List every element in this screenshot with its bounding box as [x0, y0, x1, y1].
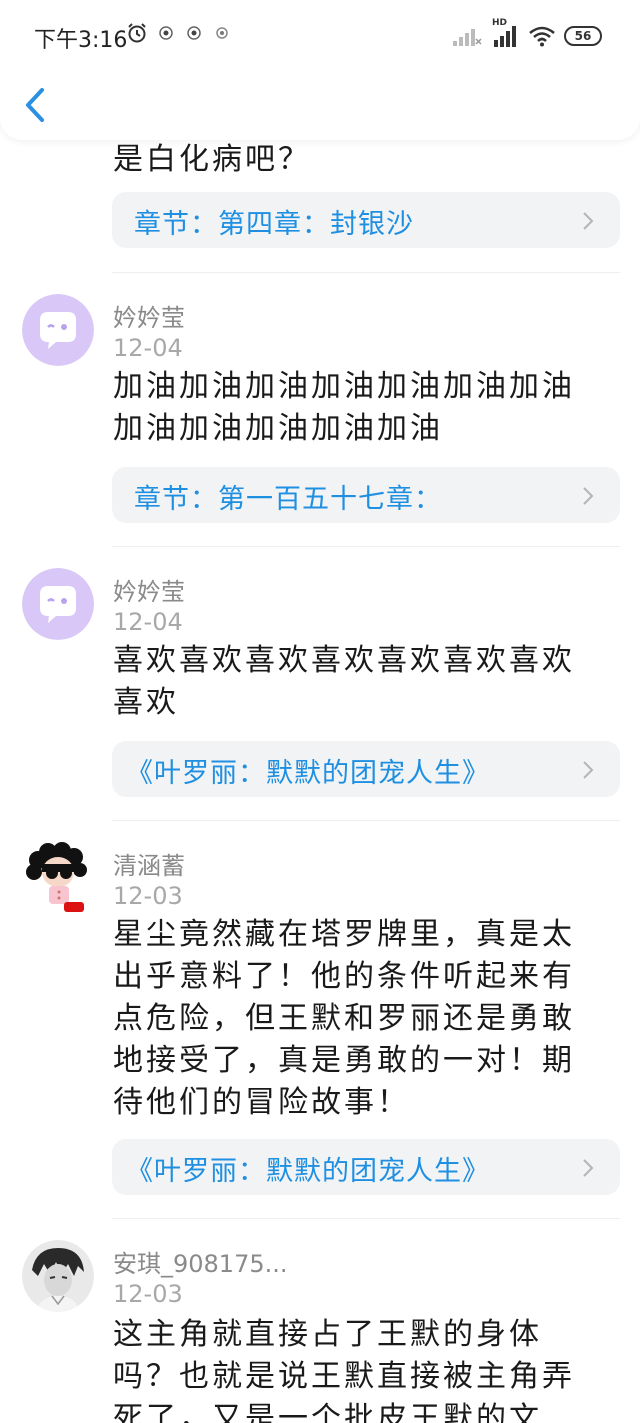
chevron-right-icon: [583, 761, 594, 779]
comment-text: 是白化病吧？: [113, 142, 311, 177]
signal-hd-icon: HD: [490, 18, 520, 48]
comment-text: 加油加油加油加油加油加油加油 加油加油加油加油加油: [113, 366, 603, 450]
app-notification-icon: [159, 26, 173, 40]
comment-line: 地接受了，真是勇敢的一对！期: [113, 1043, 575, 1078]
comment-date: 12-04: [113, 608, 183, 636]
chapter-link-label: 章节：第四章：封银沙: [134, 209, 414, 240]
avatar[interactable]: [22, 842, 94, 914]
book-link-label: 《叶罗丽：默默的团宠人生》: [126, 758, 490, 789]
chat-bubble-avatar-icon: [22, 568, 94, 640]
chevron-right-icon: [583, 212, 594, 230]
comment-line: 加油加油加油加油加油: [113, 411, 443, 446]
back-button[interactable]: [20, 86, 54, 124]
chevron-right-icon: [583, 487, 594, 505]
comment-line: 出乎意料了！他的条件听起来有: [113, 959, 575, 994]
comment-line: 喜欢喜欢喜欢喜欢喜欢喜欢喜欢: [113, 643, 575, 678]
book-link[interactable]: 《叶罗丽：默默的团宠人生》: [112, 1139, 620, 1195]
chapter-link-label: 章节：第一百五十七章：: [134, 484, 442, 515]
comment-text: 喜欢喜欢喜欢喜欢喜欢喜欢喜欢 喜欢: [113, 640, 603, 724]
comment-line: 点危险，但王默和罗丽还是勇敢: [113, 1001, 575, 1036]
comment-text: 星尘竟然藏在塔罗牌里，真是太 出乎意料了！他的条件听起来有 点危险，但王默和罗丽…: [113, 914, 603, 1124]
status-system-icons: HD 56: [452, 18, 602, 48]
battery-indicator: 56: [564, 26, 602, 46]
comment-line: 这主角就直接占了王默的身体: [113, 1317, 542, 1352]
comment-text: 这主角就直接占了王默的身体 吗？也就是说王默直接被主角弄 死了，又是一个批皮王默…: [113, 1314, 603, 1423]
divider: [112, 546, 620, 547]
wifi-icon: [529, 26, 555, 47]
status-time: 下午3:16: [34, 28, 128, 53]
divider: [112, 272, 620, 273]
status-bar: 下午3:16 HD 56: [0, 0, 640, 76]
comment-line: 星尘竟然藏在塔罗牌里，真是太: [113, 917, 575, 952]
comment-date: 12-04: [113, 334, 183, 362]
top-header: 下午3:16 HD 56: [0, 0, 640, 140]
divider: [112, 1218, 620, 1219]
anime-boy-avatar-icon: [22, 1240, 94, 1312]
app-notification-icon: [216, 27, 228, 39]
status-notification-icons: [126, 22, 232, 44]
comment-line: 待他们的冒险故事！: [113, 1085, 410, 1120]
chapter-link[interactable]: 章节：第一百五十七章：: [112, 467, 620, 523]
username[interactable]: 安琪_908175...: [113, 1244, 288, 1279]
comment-line: 吗？也就是说王默直接被主角弄: [113, 1359, 575, 1394]
comment-date: 12-03: [113, 882, 183, 910]
comment-line: 加油加油加油加油加油加油加油: [113, 369, 575, 404]
divider: [112, 820, 620, 821]
alarm-clock-icon: [128, 23, 146, 43]
cartoon-girl-avatar-icon: [22, 842, 94, 914]
book-link[interactable]: 《叶罗丽：默默的团宠人生》: [112, 741, 620, 797]
chapter-link[interactable]: 章节：第四章：封银沙: [112, 192, 620, 248]
username[interactable]: 妗妗莹: [113, 298, 185, 333]
comment-date: 12-03: [113, 1280, 183, 1308]
chat-bubble-avatar-icon: [22, 294, 94, 366]
app-notification-icon: [187, 26, 201, 40]
username[interactable]: 妗妗莹: [113, 572, 185, 607]
comment-line: 死了，又是一个批皮王默的文: [113, 1401, 542, 1423]
username[interactable]: 清涵蓄: [113, 846, 185, 881]
comment-line: 喜欢: [113, 685, 179, 720]
signal-weak-icon: [453, 29, 482, 46]
avatar[interactable]: [22, 1240, 94, 1312]
avatar[interactable]: [22, 294, 94, 366]
chevron-right-icon: [583, 1159, 594, 1177]
avatar[interactable]: [22, 568, 94, 640]
book-link-label: 《叶罗丽：默默的团宠人生》: [126, 1156, 490, 1187]
